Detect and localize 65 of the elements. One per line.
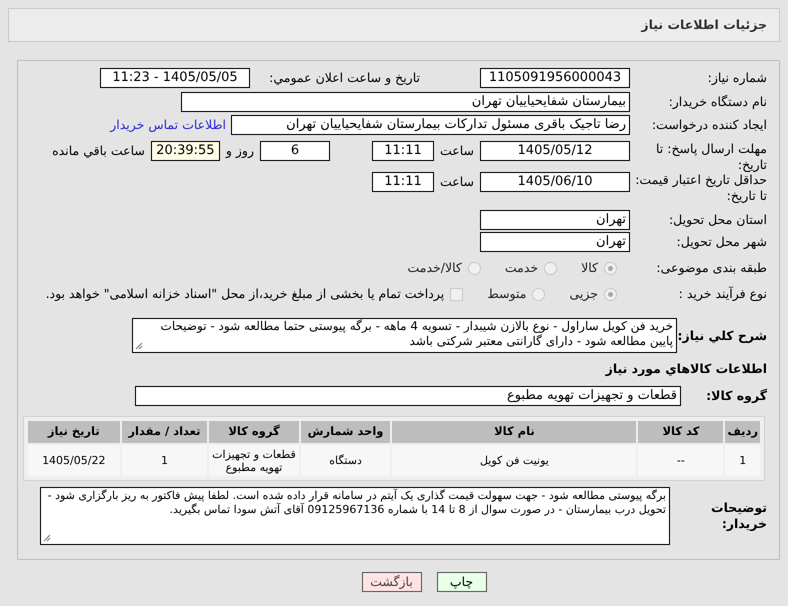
radio-label: جزیی bbox=[569, 284, 598, 303]
remaining-label: ساعت باقي مانده bbox=[52, 142, 145, 160]
table-cell: 1 bbox=[725, 445, 760, 476]
radio-label: متوسط bbox=[487, 284, 526, 303]
text-field[interactable]: 1405/06/10 bbox=[480, 172, 630, 192]
field-label: شهر محل تحویل: bbox=[676, 234, 767, 250]
text-field[interactable]: 6 bbox=[260, 141, 330, 161]
table-cell: یونیت فن کویل bbox=[392, 445, 636, 476]
radio-button[interactable] bbox=[532, 288, 546, 300]
table-cell: 1405/05/22 bbox=[28, 445, 120, 476]
section-title: اطلاعات کالاهاي مورد نیاز bbox=[604, 360, 767, 378]
radio-label: خدمت bbox=[504, 258, 538, 277]
description-field[interactable]: خرید فن کویل ساراول - نوع بالازن شیبدار - تسویه 4 ماهه - برگه پیوستی حتما مطالعه شود - توضیحات پایین مطالعه شود - دارای گارانتی معتبر شرکتی باشد bbox=[132, 318, 677, 353]
field-label: حداقل تاریخ اعتبار قیمت: تا تاریخ: bbox=[634, 172, 767, 204]
table-cell: 1 bbox=[122, 445, 208, 476]
time-label: ساعت bbox=[440, 142, 474, 160]
buyer-contact-link[interactable]: اطلاعات تماس خریدار bbox=[110, 116, 226, 134]
checkbox-label: پرداخت تمام یا بخشی از مبلغ خرید،از محل "اسناد خزانه اسلامی" خواهد بود. bbox=[46, 284, 444, 303]
remaining-time-field[interactable]: 20:39:55 bbox=[150, 141, 220, 161]
radio-button[interactable] bbox=[544, 262, 558, 274]
page-title: جزئیات اطلاعات نیاز bbox=[641, 16, 767, 34]
text-field[interactable]: 1405/05/12 bbox=[480, 141, 630, 161]
column-header: گروه کالا bbox=[209, 421, 299, 443]
text-field[interactable]: 11:11 bbox=[372, 141, 434, 161]
radio-button[interactable] bbox=[468, 262, 481, 274]
column-header: کد کالا bbox=[638, 421, 724, 443]
column-header: ردیف bbox=[725, 421, 760, 443]
table-cell: -- bbox=[638, 445, 724, 476]
field-label: نوع فرآیند خرید : bbox=[678, 286, 767, 302]
field-label: گروه کالا: bbox=[705, 388, 767, 404]
time-label: ساعت bbox=[440, 172, 474, 191]
field-label: ایجاد کننده درخواست: bbox=[650, 117, 767, 133]
text-field[interactable]: 1105091956000043 bbox=[480, 68, 630, 88]
resize-grip-icon bbox=[135, 342, 143, 350]
field-label: نام دستگاه خریدار: bbox=[668, 94, 767, 110]
field-label: توضیحات خریدار: bbox=[710, 500, 767, 532]
radio-label: کالا/خدمت bbox=[407, 258, 462, 277]
field-label: استان محل تحویل: bbox=[668, 212, 767, 228]
text-field[interactable]: تهران bbox=[480, 210, 630, 230]
column-header: نام کالا bbox=[392, 421, 636, 443]
text-field[interactable]: 1405/05/05 - 11:23 bbox=[100, 68, 250, 88]
text-field[interactable]: بیمارستان شفایحیاییان تهران bbox=[181, 92, 630, 112]
print-button[interactable]: چاپ bbox=[436, 572, 486, 592]
table-cell: قطعات و تجهیزات تهویه مطبوع bbox=[209, 445, 299, 476]
column-header: واحد شمارش bbox=[300, 421, 390, 443]
column-header: تعداد / مقدار bbox=[122, 421, 208, 443]
field-label: طبقه بندی موضوعی: bbox=[655, 260, 767, 276]
radio-label: کالا bbox=[581, 258, 598, 277]
field-label: شرح کلي نیاز: bbox=[677, 328, 767, 344]
buyer-notes-field[interactable]: برگه پیوستی مطالعه شود - جهت سهولت قیمت گذاری یک آیتم در سامانه قرار داده شده است. لطفا پیش فاکتور به ریز بارگزاری شود - تحویل درب بیمارستان - در صورت سوال از 8 تا 14 با شماره 09125967136 آقای آتش سودا تماس بگیرید. bbox=[40, 487, 670, 545]
resize-grip-icon bbox=[43, 534, 51, 542]
back-button[interactable]: بازگشت bbox=[362, 572, 422, 592]
days-label: روز و bbox=[226, 142, 254, 160]
text-field[interactable]: 11:11 bbox=[372, 172, 434, 192]
radio-button[interactable] bbox=[604, 262, 617, 274]
radio-button[interactable] bbox=[604, 288, 617, 300]
table-cell: دستگاه bbox=[300, 445, 390, 476]
column-header: تاریخ نیاز bbox=[28, 421, 120, 443]
text-field[interactable]: قطعات و تجهیزات تهویه مطبوع bbox=[135, 386, 681, 406]
field-label: تاریخ و ساعت اعلان عمومي: bbox=[268, 70, 420, 86]
text-field[interactable]: رضا تاجیک باقری مسئول تدارکات بیمارستان شفایحیاییان تهران bbox=[231, 115, 630, 135]
checkbox[interactable] bbox=[450, 288, 464, 300]
text-field[interactable]: تهران bbox=[480, 232, 630, 252]
field-label: مهلت ارسال پاسخ: تا تاریخ: bbox=[655, 141, 767, 173]
field-label: شماره نیاز: bbox=[706, 70, 767, 86]
